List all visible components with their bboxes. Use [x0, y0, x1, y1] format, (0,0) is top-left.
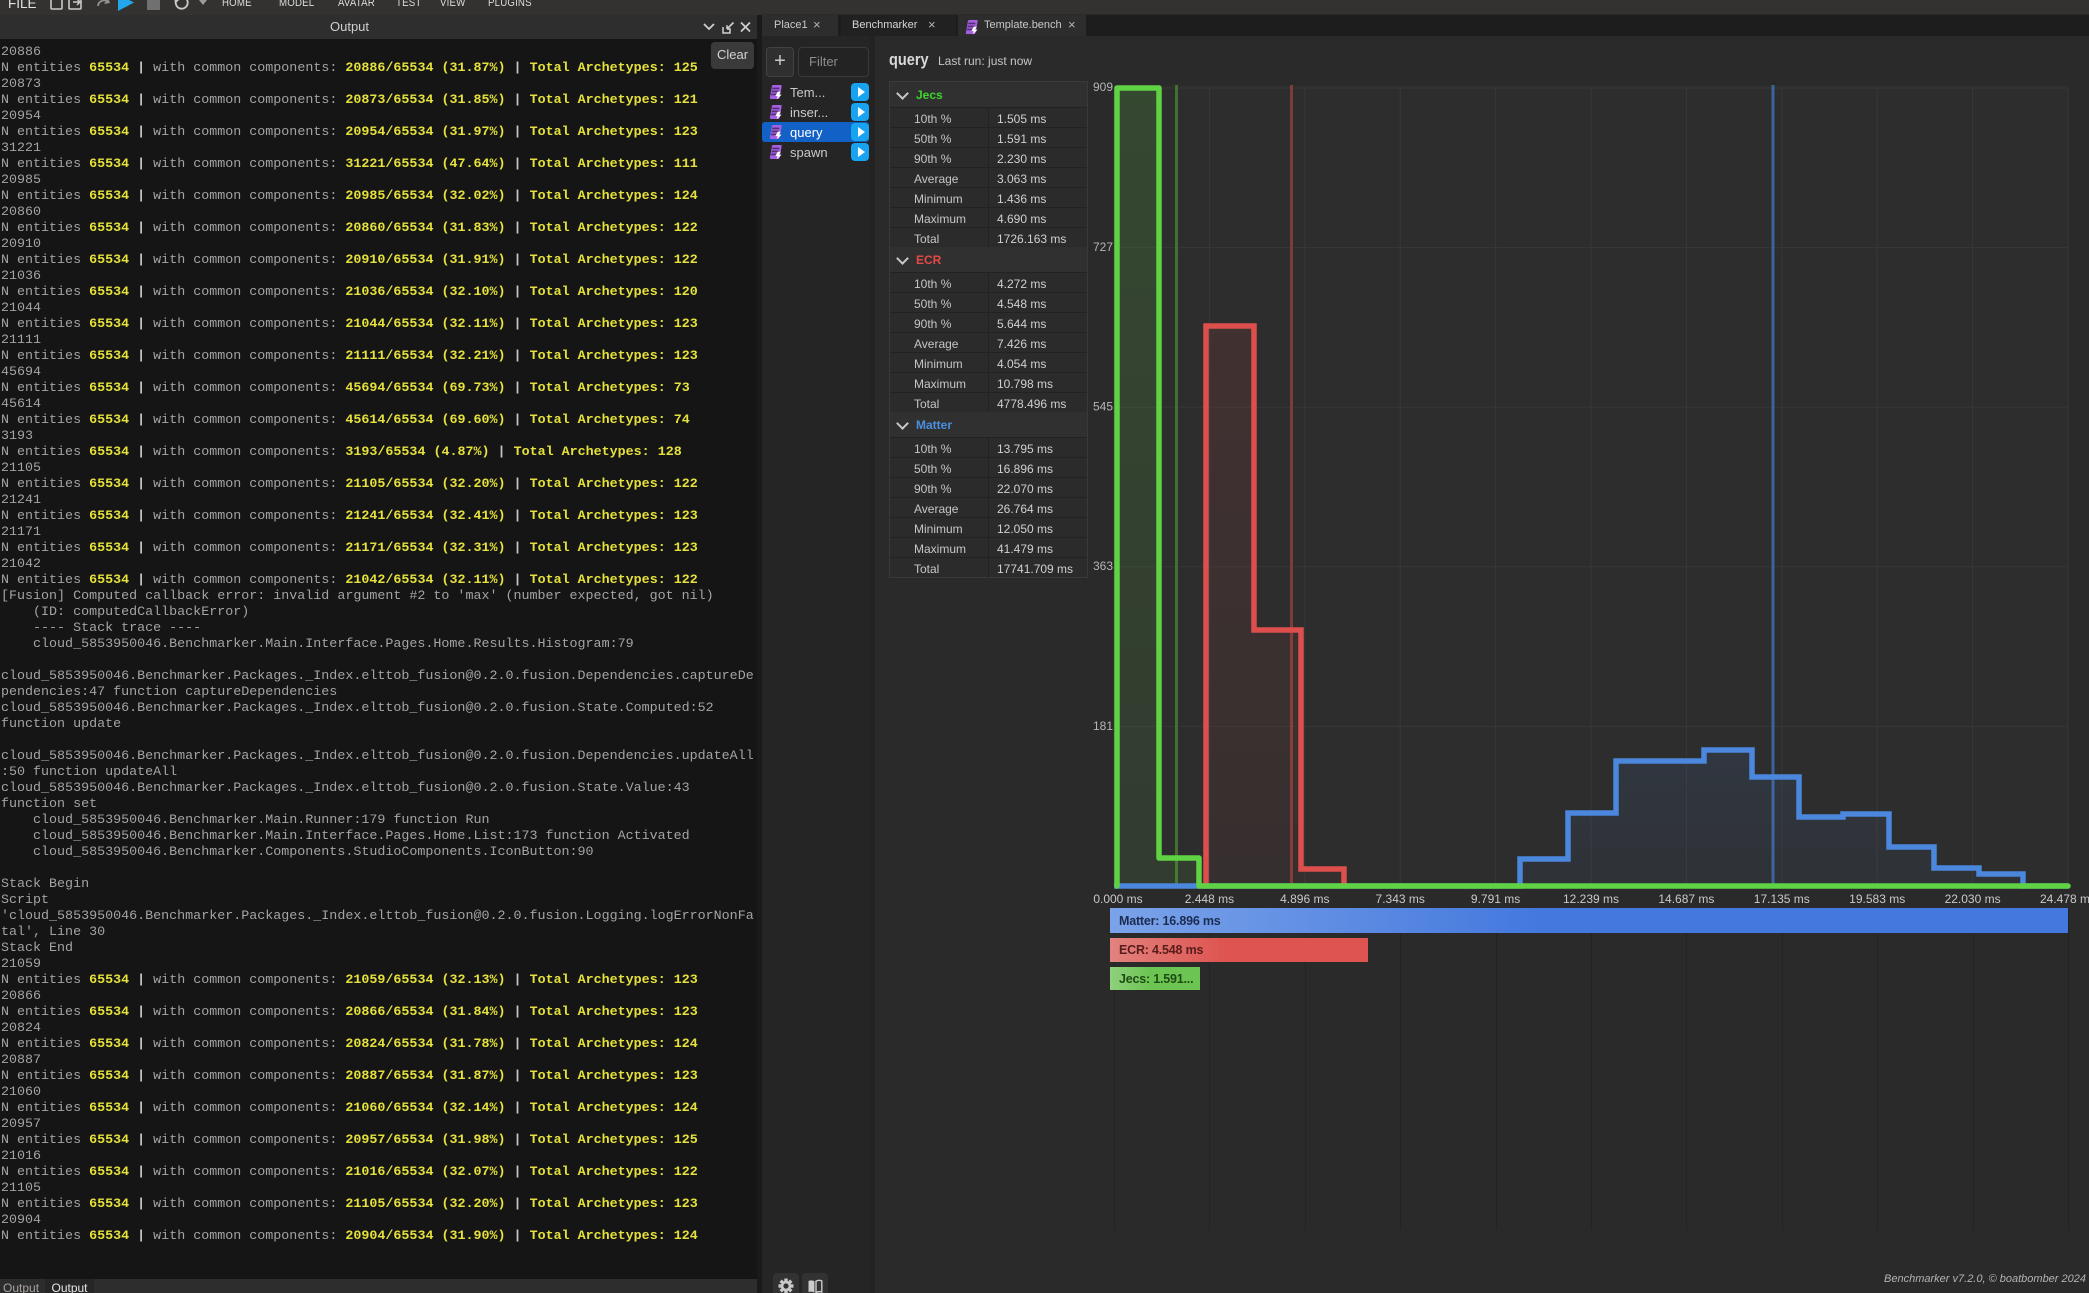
svg-text:9.791 ms: 9.791 ms	[1471, 892, 1520, 906]
svg-text:363: 363	[1093, 559, 1113, 573]
svg-text:545: 545	[1093, 400, 1113, 414]
svg-text:19.583 ms: 19.583 ms	[1849, 892, 1905, 906]
svg-text:22.030 ms: 22.030 ms	[1945, 892, 2001, 906]
svg-text:181: 181	[1093, 719, 1113, 733]
svg-text:12.239 ms: 12.239 ms	[1563, 892, 1619, 906]
svg-text:14.687 ms: 14.687 ms	[1658, 892, 1714, 906]
svg-text:909: 909	[1093, 80, 1113, 94]
svg-text:4.896 ms: 4.896 ms	[1280, 892, 1329, 906]
svg-text:2.448 ms: 2.448 ms	[1185, 892, 1234, 906]
svg-text:0.000 ms: 0.000 ms	[1093, 892, 1142, 906]
svg-text:727: 727	[1093, 240, 1113, 254]
svg-text:24.478 ms: 24.478 ms	[2040, 892, 2089, 906]
svg-text:17.135 ms: 17.135 ms	[1754, 892, 1810, 906]
svg-text:7.343 ms: 7.343 ms	[1376, 892, 1425, 906]
